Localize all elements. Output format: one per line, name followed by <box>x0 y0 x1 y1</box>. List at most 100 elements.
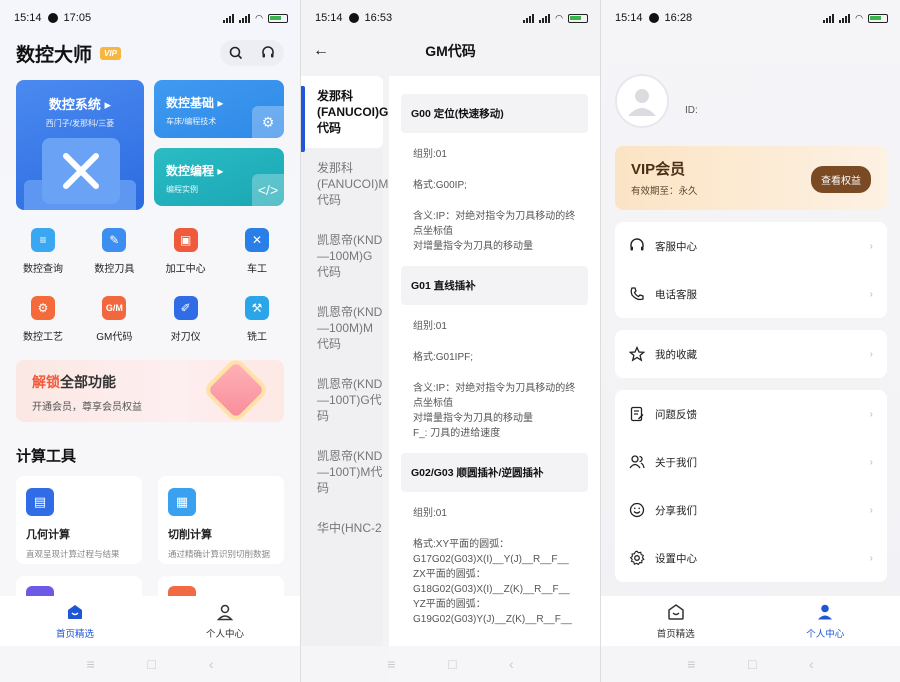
code-heading[interactable]: G00 定位(快速移动) <box>401 94 588 133</box>
card-cnc-system[interactable]: 数控系统 ▸ 西门子/发那科/三菱 <box>16 80 144 210</box>
system-nav-bar: ≡ □ ‹ <box>0 646 300 682</box>
meaning-line: 对增量指令为刀具的移动量 <box>413 413 533 424</box>
doc-icon: ≡ <box>31 228 55 252</box>
feature-grid: ≡ 数控查询 ✎ 数控刀具 ▣ 加工中心 ✕ 车工 ⚙ 数控工艺 G/M GM代码 ✐ 对刀仪… <box>0 228 300 364</box>
menu-item-phone-service[interactable]: 电话客服 › <box>615 270 887 318</box>
view-benefits-button[interactable]: 查看权益 <box>811 166 871 193</box>
status-icons: ◠ <box>823 13 888 24</box>
menu-item-about[interactable]: 关于我们 › <box>615 438 887 486</box>
gear-icon: ⚙ <box>31 296 55 320</box>
menu-icon[interactable]: ≡ <box>687 656 695 672</box>
menu-item-label: 关于我们 <box>655 456 697 469</box>
tool-subtitle: 通过精确计算识别切削数据 <box>168 549 271 559</box>
tool-title: 切削计算 <box>168 529 212 541</box>
unlock-banner[interactable]: 解锁全部功能 开通会员，尊享会员权益 <box>16 360 284 422</box>
back-icon[interactable]: ‹ <box>209 656 214 672</box>
tools-icon: ✕ <box>244 228 269 252</box>
battery-icon <box>268 13 288 23</box>
chevron-right-icon: › <box>869 456 873 468</box>
grid-item-tool-setter[interactable]: ✐ 对刀仪 <box>151 296 221 364</box>
tab-profile[interactable]: 个人中心 <box>150 596 300 646</box>
grid-item-cnc-tools[interactable]: ✎ 数控刀具 <box>79 228 149 296</box>
profile-header: ID: <box>615 74 698 128</box>
tab-label: 个人中心 <box>205 628 244 640</box>
tools-illustration-icon <box>42 138 120 204</box>
home-square-icon[interactable]: □ <box>748 656 756 672</box>
grid-item-gm-code[interactable]: G/M GM代码 <box>79 296 149 364</box>
category-item[interactable]: 华中(HNC-2 <box>301 508 383 548</box>
home-icon <box>668 603 684 620</box>
menu-icon[interactable]: ≡ <box>86 656 94 672</box>
home-screen: 15:14 17:05 ◠ 数控大师 VIP 数控系统 ▸ 西门子/发那科/三菱 数… <box>0 0 300 682</box>
profile-screen: 15:14 16:28 ◠ ID: VIP会员 有效期至：永久 查看权益 客服中心… <box>600 0 900 682</box>
meaning-line: 格式:XY平面的圆弧：G17G02(G03)X(I)__Y(J)__R__F__ <box>413 539 569 565</box>
avatar-icon <box>628 89 656 116</box>
code-group: 组别:01 <box>413 321 447 332</box>
tool-cutting-calc[interactable]: ▦ 切削计算 通过精确计算识别切削数据 <box>158 476 284 564</box>
menu-item-settings[interactable]: 设置中心 › <box>615 534 887 582</box>
category-item[interactable]: 发那科(FANUCOI)M代码 <box>301 148 388 220</box>
gear-icon <box>629 550 645 566</box>
avatar[interactable] <box>615 74 669 128</box>
menu-icon[interactable]: ≡ <box>387 656 395 672</box>
search-icon[interactable] <box>228 45 244 61</box>
clock-icon <box>47 13 58 23</box>
wrench-icon: ✎ <box>102 228 127 252</box>
card-cnc-basic[interactable]: 数控基础 ▸ 车床/编程技术 ⚙ <box>154 80 284 138</box>
menu-item-share[interactable]: 分享我们 › <box>615 486 887 534</box>
grid-item-label: 车工 <box>246 264 267 275</box>
grid-item-label: 数控查询 <box>23 264 63 275</box>
vip-badge[interactable]: VIP <box>100 46 121 60</box>
tab-label: 首页精选 <box>55 628 94 640</box>
meaning-line: YZ平面的圆弧：G19G02(G03)Y(J)__Z(K)__R__F__ <box>413 599 572 625</box>
back-icon[interactable]: ‹ <box>509 656 514 672</box>
grid-item-cnc-process[interactable]: ⚙ 数控工艺 <box>8 296 78 364</box>
grid-item-miller[interactable]: ⚒ 铣工 <box>222 296 292 364</box>
code-heading[interactable]: G01 直线插补 <box>401 266 588 305</box>
wifi-icon: ◠ <box>555 12 563 23</box>
status-bar: 15:14 16:28 ◠ <box>601 0 900 36</box>
grid-item-machining-center[interactable]: ▣ 加工中心 <box>151 228 221 296</box>
status-bar: 15:14 16:53 ◠ <box>301 0 600 36</box>
tool-title: 几何计算 <box>26 529 70 541</box>
unlock-title: 全部功能 <box>60 374 116 390</box>
chevron-right-icon: › <box>869 504 873 516</box>
machine-icon: ▣ <box>173 228 198 252</box>
tab-home[interactable]: 首页精选 <box>601 596 751 646</box>
tab-home[interactable]: 首页精选 <box>0 596 150 646</box>
back-arrow-icon[interactable]: ← <box>313 42 329 60</box>
card-cnc-programming[interactable]: 数控编程 ▸ 编程实例 </> <box>154 148 284 206</box>
category-item[interactable]: 凯恩帝(KND—100M)G代码 <box>301 220 383 292</box>
code-icon: </> <box>252 174 284 206</box>
category-item[interactable]: 发那科(FANUCOI)G代码 <box>301 76 388 152</box>
home-square-icon[interactable]: □ <box>148 656 156 672</box>
grid-item-label: 加工中心 <box>165 264 206 275</box>
tab-label: 个人中心 <box>806 628 845 640</box>
grid-item-label: 对刀仪 <box>170 332 201 343</box>
page-title: GM代码 <box>425 43 476 59</box>
menu-item-customer-service[interactable]: 客服中心 › <box>615 222 887 270</box>
grid-item-cnc-query[interactable]: ≡ 数控查询 <box>8 228 78 296</box>
tab-bar: 首页精选 个人中心 <box>601 596 900 646</box>
gear-icon: ⚙ <box>252 106 284 138</box>
home-square-icon[interactable]: □ <box>448 656 456 672</box>
grid-item-label: 数控刀具 <box>94 264 135 275</box>
vip-card: VIP会员 有效期至：永久 查看权益 <box>615 146 887 210</box>
category-item[interactable]: 凯恩帝(KND—100T)G代码 <box>301 364 383 436</box>
category-item[interactable]: 凯恩帝(KND—100M)M代码 <box>301 292 383 364</box>
grid-item-turner[interactable]: ✕ 车工 <box>222 228 292 296</box>
code-heading[interactable]: G02/G03 顺圆插补/逆圆插补 <box>401 453 588 492</box>
back-icon[interactable]: ‹ <box>809 656 814 672</box>
category-item[interactable]: 凯恩帝(KND—100T)M代码 <box>301 436 383 508</box>
menu-item-label: 分享我们 <box>655 504 697 517</box>
tool-geometry-calc[interactable]: ▤ 几何计算 直观呈现计算过程与结果 <box>16 476 142 564</box>
tab-profile[interactable]: 个人中心 <box>751 596 900 646</box>
headset-icon[interactable] <box>260 45 276 61</box>
menu-item-feedback[interactable]: 问题反馈 › <box>615 390 887 438</box>
menu-item-favorites[interactable]: 我的收藏 › <box>615 330 887 378</box>
status-bar: 15:14 17:05 ◠ <box>0 0 300 36</box>
gm-code-screen: 15:14 16:53 ◠ ← GM代码 发那科(FANUCOI)G代码 发那科(… <box>300 0 600 682</box>
meaning-line: ZX平面的圆弧：G18G02(G03)X(I)__Z(K)__R__F__ <box>413 569 570 595</box>
code-format: 格式:XY平面的圆弧：G17G02(G03)X(I)__Y(J)__R__F__… <box>413 537 576 627</box>
tab-label: 首页精选 <box>656 628 695 640</box>
